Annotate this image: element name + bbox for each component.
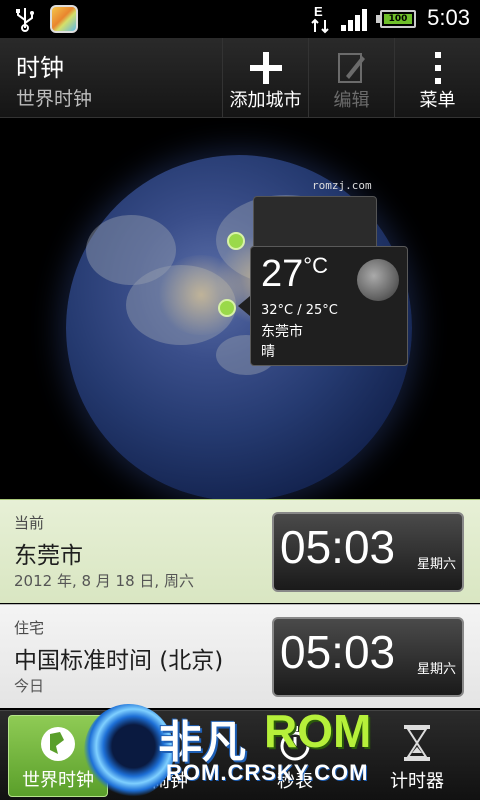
status-bar: E 100 5:03 (0, 0, 480, 38)
digital-clock: 05:03 星期六 (272, 512, 464, 592)
brand-url: ROM.CRSKY.COM (166, 760, 369, 785)
usb-icon (16, 8, 34, 32)
row-date: 今日 (14, 677, 45, 695)
city-row-home[interactable]: 住宅 中国标准时间 (北京) 今日 05:03 星期六 (0, 604, 480, 708)
weather-condition: 晴 (261, 344, 275, 360)
overflow-menu-icon (434, 52, 441, 84)
add-city-label: 添加城市 (229, 90, 302, 111)
battery-level: 100 (384, 14, 412, 24)
row-city-name: 中国标准时间 (北京) (14, 648, 224, 674)
menu-button[interactable]: 菜单 (394, 38, 480, 118)
row-caption: 当前 (14, 514, 45, 532)
hourglass-icon (404, 725, 430, 761)
edit-label: 编辑 (333, 90, 370, 111)
globe-icon (41, 727, 75, 761)
signal-icon (341, 9, 367, 31)
brand-name-rom: ROM (264, 705, 372, 757)
app-notification-icon (50, 5, 78, 33)
clock-weekday: 星期六 (416, 662, 456, 677)
city-marker[interactable] (227, 232, 245, 250)
app-subtitle: 世界时钟 (16, 88, 93, 110)
menu-label: 菜单 (419, 90, 456, 111)
app-title: 时钟 (16, 54, 64, 82)
high-low-temperature: 32°C / 25°C (261, 303, 338, 318)
row-city-name: 东莞市 (14, 543, 83, 569)
plus-icon (249, 52, 282, 84)
network-type-icon: E (311, 4, 329, 34)
digital-clock: 05:03 星期六 (272, 617, 464, 697)
edit-button[interactable]: 编辑 (308, 38, 394, 118)
action-bar: 时钟 世界时钟 添加城市 编辑 菜单 (0, 38, 480, 118)
popup-pointer (238, 296, 250, 316)
temperature: 27°C (261, 253, 328, 295)
clock-time: 05:03 (280, 521, 396, 573)
moon-icon (357, 259, 399, 301)
clock-time: 05:03 (280, 626, 396, 678)
romzj-watermark: romzj.com (312, 179, 372, 192)
edit-icon (337, 53, 365, 83)
world-globe-view[interactable]: romzj.com 27°C 32°C / 25°C 东莞市 晴 (0, 119, 480, 499)
row-caption: 住宅 (14, 619, 45, 637)
weather-city: 东莞市 (261, 324, 303, 340)
add-city-button[interactable]: 添加城市 (222, 38, 308, 118)
city-row-current[interactable]: 当前 东莞市 2012 年, 8 月 18 日, 周六 05:03 星期六 (0, 499, 480, 603)
row-date: 2012 年, 8 月 18 日, 周六 (14, 572, 194, 590)
crsky-rom-watermark: 非凡 ROM ROM.CRSKY.COM (84, 702, 404, 800)
status-time: 5:03 (427, 5, 470, 30)
weather-popup[interactable]: 27°C 32°C / 25°C 东莞市 晴 (250, 246, 408, 366)
battery-icon: 100 (376, 10, 416, 28)
city-marker-current[interactable] (218, 299, 236, 317)
clock-weekday: 星期六 (416, 557, 456, 572)
svg-text:E: E (314, 4, 323, 19)
